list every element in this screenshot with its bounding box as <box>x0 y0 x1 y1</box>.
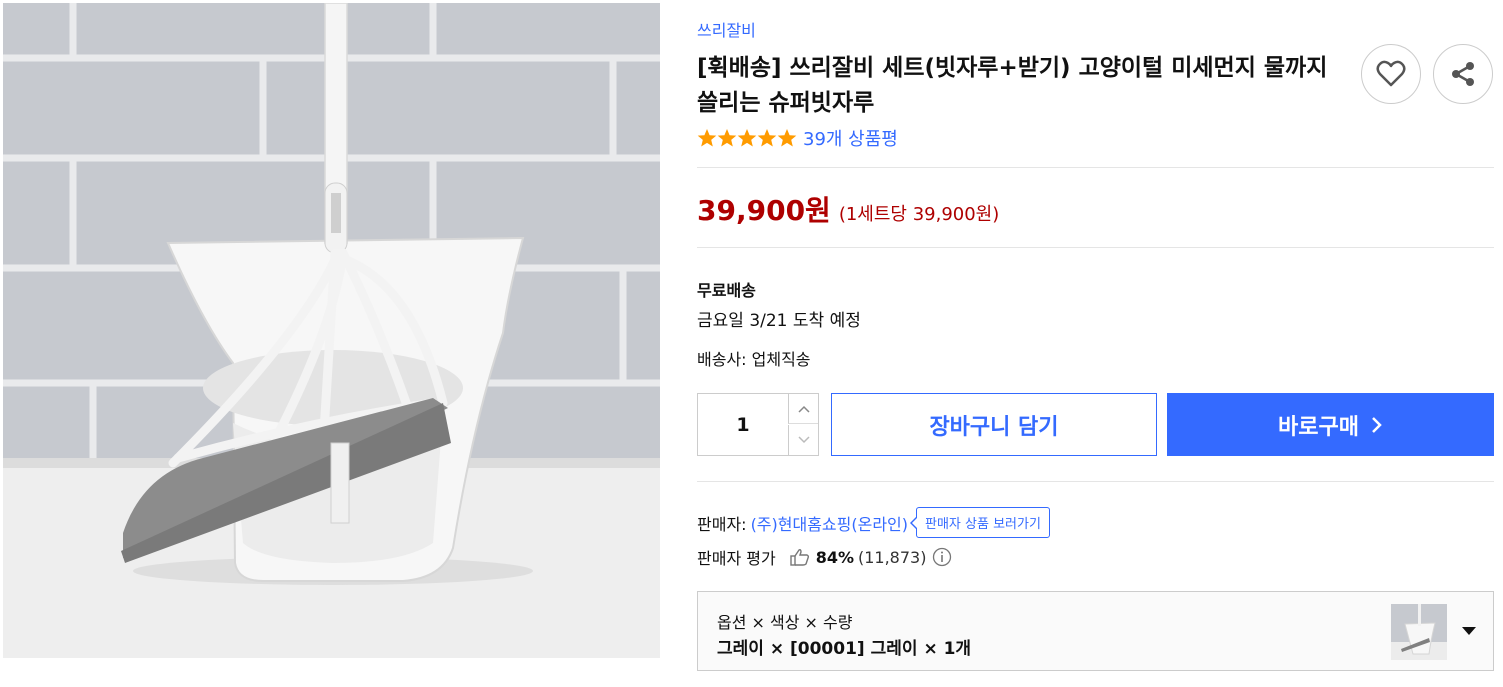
quantity-stepper <box>697 393 819 456</box>
seller-shop-button[interactable]: 판매자 상품 보러가기 <box>910 507 1050 538</box>
product-rating: 39개 상품평 <box>697 125 898 151</box>
quantity-increase-button[interactable] <box>788 394 818 424</box>
seller-rating-count: (11,873) <box>857 547 927 567</box>
option-thumbnail <box>1391 604 1447 660</box>
option-thumbnail-image <box>1391 604 1447 660</box>
quantity-input[interactable] <box>698 394 788 455</box>
buy-now-button[interactable]: 바로구매 <box>1167 393 1494 456</box>
rating-stars <box>697 128 797 148</box>
sale-price: 39,900원 <box>697 194 831 227</box>
option-labels: 옵션 × 색상 × 수량 <box>717 613 853 632</box>
star-icon <box>717 129 737 147</box>
info-icon[interactable] <box>932 547 952 567</box>
product-info-panel: 쓰리잘비 [휙배송] 쓰리잘비 세트(빗자루+받기) 고양이털 미세먼지 물까지… <box>697 0 1494 687</box>
seller-rating-row: 판매자 평가 84% (11,873) <box>697 545 952 569</box>
option-selected-values: 그레이 × [00001] 그레이 × 1개 <box>717 639 972 659</box>
divider <box>697 481 1494 482</box>
star-icon <box>757 129 777 147</box>
chevron-down-icon <box>797 436 810 444</box>
wishlist-button[interactable] <box>1361 44 1421 104</box>
option-selector[interactable]: 옵션 × 색상 × 수량 그레이 × [00001] 그레이 × 1개 <box>697 591 1494 671</box>
seller-row: 판매자: (주)현대홈쇼핑(온라인) 판매자 상품 보러가기 <box>697 507 1050 538</box>
brand-link[interactable]: 쓰리잘비 <box>697 17 756 41</box>
product-image <box>3 3 660 658</box>
carrier-info: 배송사: 업체직송 <box>697 350 811 369</box>
dropdown-caret-icon <box>1462 627 1476 635</box>
add-to-cart-label: 장바구니 담기 <box>929 414 1059 440</box>
quantity-decrease-button[interactable] <box>788 425 818 455</box>
broom-dustpan-photo <box>3 3 660 658</box>
add-to-cart-button[interactable]: 장바구니 담기 <box>831 393 1157 456</box>
star-icon <box>737 129 757 147</box>
heart-icon <box>1376 60 1406 87</box>
share-button[interactable] <box>1433 44 1493 104</box>
free-shipping-label: 무료배송 <box>697 281 756 300</box>
share-icon <box>1452 62 1474 86</box>
price-row: 39,900원 (1세트당 39,900원) <box>697 189 999 229</box>
seller-rating-label: 판매자 평가 <box>697 549 776 568</box>
star-icon <box>777 129 797 147</box>
seller-rating-percent: 84% <box>815 547 854 567</box>
thumbs-up-icon <box>789 549 809 566</box>
buy-now-label: 바로구매 <box>1278 414 1359 440</box>
chevron-up-icon <box>797 405 810 413</box>
star-icon <box>697 129 717 147</box>
seller-name-link[interactable]: (주)현대홈쇼핑(온라인) <box>751 511 908 535</box>
product-title: [휙배송] 쓰리잘비 세트(빗자루+받기) 고양이털 미세먼지 물까지 쓸리는 … <box>697 55 1328 116</box>
review-count-link[interactable]: 39개 상품평 <box>803 125 898 151</box>
chevron-right-icon <box>1372 416 1382 433</box>
divider <box>697 247 1494 248</box>
seller-label: 판매자: <box>697 514 747 534</box>
divider <box>697 167 1494 168</box>
arrival-date: 금요일 3/21 도착 예정 <box>697 311 861 331</box>
unit-price: (1세트당 39,900원) <box>838 204 1000 225</box>
